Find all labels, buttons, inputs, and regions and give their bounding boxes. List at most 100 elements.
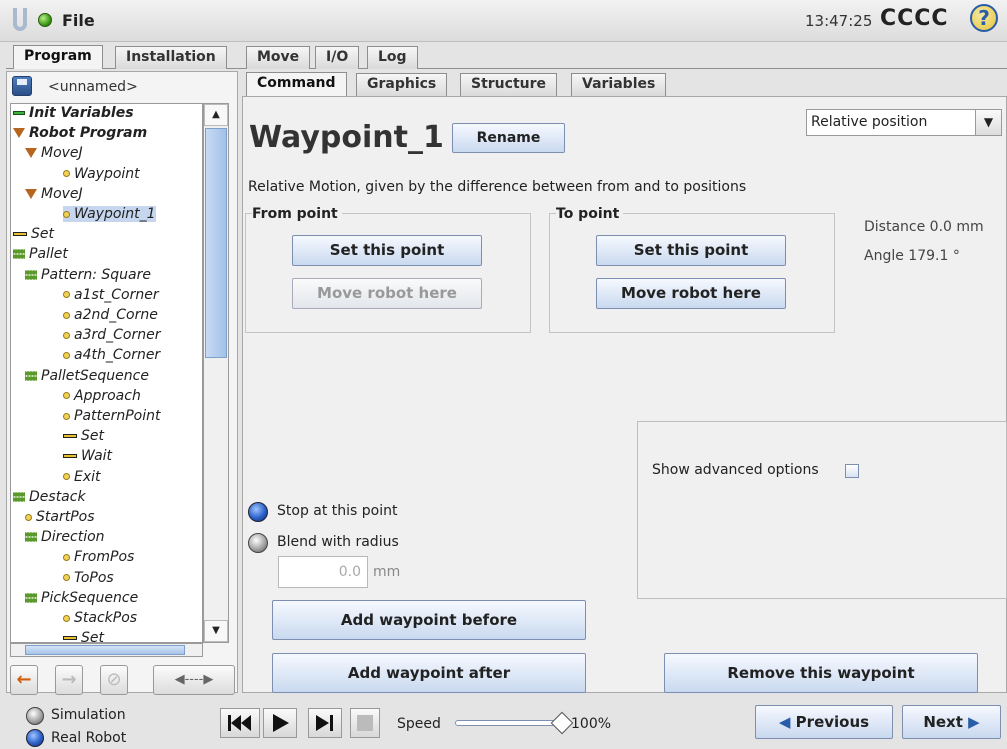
from-move-robot-button[interactable]: Move robot here	[292, 278, 482, 309]
play-icon[interactable]	[263, 708, 297, 738]
tree-node[interactable]: Set	[63, 428, 104, 444]
tree-node[interactable]: Set	[63, 630, 104, 643]
hscroll-thumb[interactable]	[25, 645, 185, 655]
tree-node[interactable]: Robot Program	[13, 125, 147, 141]
pal-node-icon	[25, 592, 37, 603]
tab-log[interactable]: Log	[367, 46, 418, 69]
tree-node[interactable]: a4th_Corner	[63, 347, 160, 363]
tree-node-label: Waypoint	[74, 165, 140, 182]
tree-node-label: a3rd_Corner	[74, 327, 161, 344]
tree-node[interactable]: ToPos	[63, 570, 114, 586]
tree-node[interactable]: StartPos	[25, 509, 95, 525]
init-node-icon	[13, 111, 25, 115]
stop-label: Stop at this point	[277, 503, 398, 519]
tab-program[interactable]: Program	[13, 45, 103, 69]
program-tree[interactable]: Init Variables Robot Program MoveJ Waypoint…	[10, 103, 203, 643]
set-node-icon	[63, 434, 77, 439]
previous-label: Previous	[795, 713, 870, 731]
move-node-icon[interactable]: ◀----▶	[153, 665, 235, 695]
save-icon[interactable]	[12, 76, 32, 96]
tab-installation[interactable]: Installation	[115, 46, 227, 69]
blend-radio[interactable]	[248, 533, 268, 553]
tree-node-label: Direction	[41, 529, 105, 546]
chevron-down-icon[interactable]: ▼	[975, 110, 1001, 135]
tree-node[interactable]: Pallet	[13, 246, 68, 262]
tree-node[interactable]: Direction	[25, 529, 105, 545]
tab-command[interactable]: Command	[246, 72, 347, 96]
skip-back-icon[interactable]	[220, 708, 260, 738]
tree-vertical-scrollbar[interactable]: ▲ ▼	[203, 103, 229, 643]
position-mode-select[interactable]: Relative position ▼	[806, 109, 1002, 136]
arrow-right-icon: ▶	[962, 713, 980, 731]
to-move-robot-button[interactable]: Move robot here	[596, 278, 786, 309]
redo-icon[interactable]: →	[55, 665, 83, 695]
tree-node[interactable]: PatternPoint	[63, 408, 161, 424]
way-node-icon	[63, 553, 70, 561]
blend-radius-input[interactable]: 0.0	[278, 556, 368, 588]
remove-waypoint-button[interactable]: Remove this waypoint	[664, 653, 978, 693]
add-waypoint-after-button[interactable]: Add waypoint after	[272, 653, 586, 693]
tree-node-label: a1st_Corner	[74, 286, 159, 303]
way-node-icon	[63, 473, 70, 481]
tree-node[interactable]: a2nd_Corne	[63, 307, 158, 323]
scroll-thumb[interactable]	[205, 128, 227, 358]
tree-node[interactable]: FromPos	[63, 549, 134, 565]
tree-node-label: MoveJ	[41, 185, 83, 202]
stop-icon[interactable]	[350, 708, 380, 738]
way-node-icon	[25, 513, 32, 521]
tree-node[interactable]: PalletSequence	[25, 368, 149, 384]
angle-readout: Angle 179.1 °	[864, 248, 960, 264]
rename-button[interactable]: Rename	[452, 123, 565, 153]
tree-node[interactable]: MoveJ	[25, 145, 83, 161]
way-node-icon	[63, 331, 70, 339]
stop-radio[interactable]	[248, 502, 268, 522]
next-button[interactable]: Next ▶	[902, 705, 1001, 739]
tree-node-label: Approach	[74, 387, 141, 404]
from-set-point-button[interactable]: Set this point	[292, 235, 482, 266]
next-label: Next	[923, 713, 963, 731]
set-node-icon	[63, 636, 77, 641]
tree-node[interactable]: Waypoint_1	[63, 206, 156, 222]
step-icon[interactable]	[308, 708, 342, 738]
tree-node[interactable]: a3rd_Corner	[63, 327, 160, 343]
tab-structure[interactable]: Structure	[460, 73, 558, 96]
undo-icon[interactable]: ←	[10, 665, 38, 695]
real-robot-radio[interactable]	[26, 729, 44, 747]
tree-node-label: Set	[31, 226, 54, 243]
tree-node[interactable]: Approach	[63, 388, 141, 404]
real-robot-label: Real Robot	[51, 730, 127, 746]
add-waypoint-before-button[interactable]: Add waypoint before	[272, 600, 586, 640]
scroll-down-icon[interactable]: ▼	[204, 620, 228, 642]
scroll-up-icon[interactable]: ▲	[204, 104, 228, 126]
tab-move[interactable]: Move	[246, 46, 311, 69]
delete-icon[interactable]: ⊘	[100, 665, 128, 695]
way-node-icon	[63, 614, 70, 622]
advanced-options-label: Show advanced options	[652, 462, 819, 478]
tree-node[interactable]: MoveJ	[25, 186, 83, 202]
tab-graphics[interactable]: Graphics	[356, 73, 448, 96]
tree-node[interactable]: Init Variables	[13, 105, 134, 121]
help-icon[interactable]: ?	[970, 4, 998, 32]
file-menu[interactable]: File	[62, 11, 95, 30]
to-set-point-button[interactable]: Set this point	[596, 235, 786, 266]
tree-node[interactable]: Waypoint	[63, 166, 140, 182]
tab-io[interactable]: I/O	[315, 46, 360, 69]
advanced-options-checkbox[interactable]	[845, 464, 859, 478]
tree-node-label: StartPos	[36, 509, 95, 525]
to-point-label: To point	[556, 206, 624, 222]
simulation-radio[interactable]	[26, 707, 44, 725]
tree-horizontal-scrollbar[interactable]	[10, 643, 203, 657]
tree-node[interactable]: Exit	[63, 469, 101, 485]
way-node-icon	[63, 351, 70, 359]
tree-node-label: a2nd_Corne	[74, 307, 158, 323]
tree-node[interactable]: Destack	[13, 489, 86, 505]
tree-node[interactable]: Wait	[63, 448, 112, 464]
tree-node[interactable]: a1st_Corner	[63, 287, 159, 303]
tree-node[interactable]: PickSequence	[25, 590, 138, 606]
tree-node-label: Set	[81, 630, 104, 643]
tree-node[interactable]: StackPos	[63, 610, 137, 626]
tree-node[interactable]: Set	[13, 226, 54, 242]
tab-variables[interactable]: Variables	[571, 73, 667, 96]
tree-node[interactable]: Pattern: Square	[25, 267, 151, 283]
previous-button[interactable]: ◀ Previous	[755, 705, 893, 739]
